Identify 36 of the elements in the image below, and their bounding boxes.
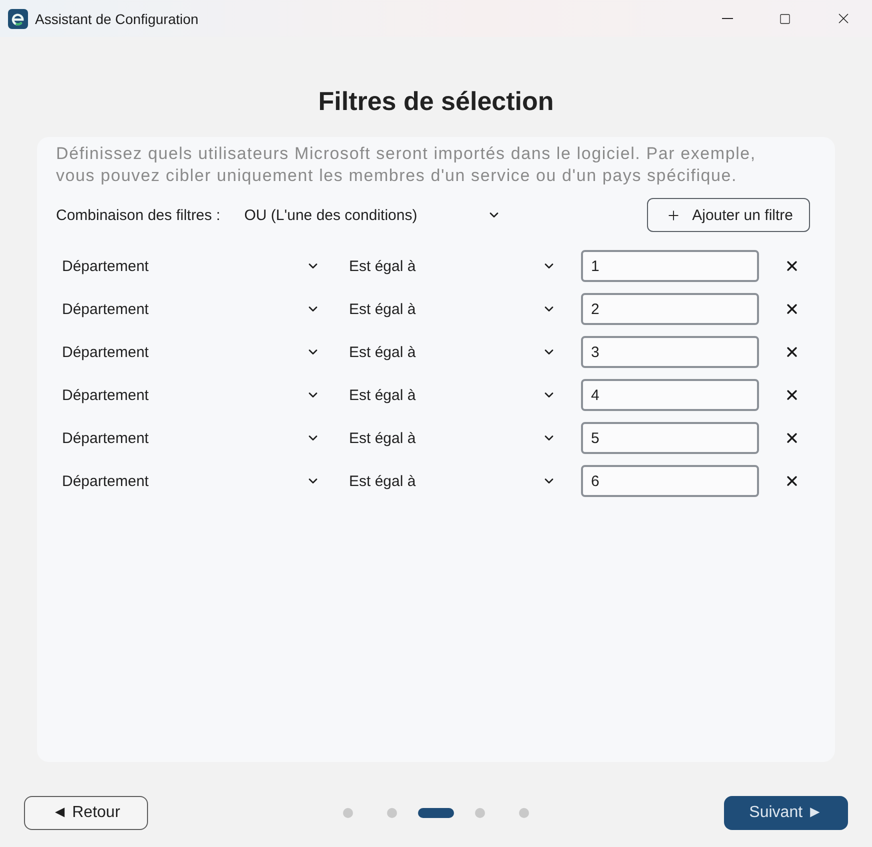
value-field[interactable]: 6 [581,465,759,497]
field-select[interactable]: Département [56,293,325,325]
close-icon [784,344,800,360]
page-title: Filtres de sélection [317,85,555,117]
operator-select[interactable]: Est égal à [343,379,561,411]
value-field[interactable]: 4 [581,379,759,411]
operator-select[interactable]: Est égal à [343,250,561,282]
back-button[interactable]: ◄ Retour [24,796,148,830]
field-select[interactable]: Département [56,379,325,411]
close-icon [784,473,800,489]
field-select[interactable]: Département [56,336,325,368]
value-field[interactable]: 2 [581,293,759,325]
operator-select[interactable]: Est égal à [343,336,561,368]
operator-select[interactable]: Est égal à [343,293,561,325]
operator-select[interactable]: Est égal à [343,422,561,454]
field-select[interactable]: Département [56,422,325,454]
app-logo-icon [8,8,28,28]
operator-select[interactable]: Est égal à [343,465,561,497]
next-button[interactable]: Suivant ► [724,796,848,830]
add-filter-button[interactable]: Ajouter un filtre [647,198,810,232]
value-field[interactable]: 5 [581,422,759,454]
plus-icon [666,208,682,222]
window-title: Assistant de Configuration [35,10,200,26]
combination-select[interactable]: OU (L'une des conditions) [238,199,506,231]
description-text: Définissez quels utilisateurs Microsoft seront importés dans le logiciel. Par exemple, vous pouvez cibler uniquement les membres d'un service ou d'un pays spécifique. [56,143,757,186]
value-field[interactable]: 1 [581,250,759,282]
combination-label: Combinaison des filtres : [56,206,220,224]
value-field[interactable]: 3 [581,336,759,368]
close-icon [784,301,800,317]
maximize-icon [779,12,791,24]
close-icon [784,258,800,274]
close-icon [784,387,800,403]
minimize-icon [722,18,732,19]
field-select[interactable]: Département [56,465,325,497]
close-icon [784,430,800,446]
field-select[interactable]: Département [56,250,325,282]
